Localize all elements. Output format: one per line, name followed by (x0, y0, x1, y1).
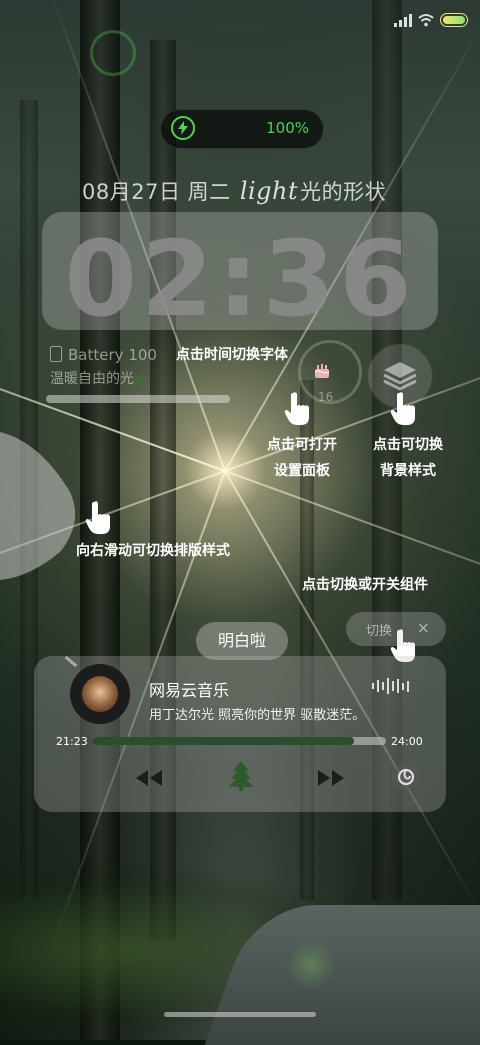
tree-icon: ▲ (134, 371, 145, 387)
hand-pointer-icon (284, 392, 309, 425)
bolt-icon (171, 116, 195, 140)
battery-progress-bar (46, 395, 230, 403)
music-app-name: 网易云音乐 (149, 681, 230, 700)
tree-icon[interactable] (228, 761, 254, 791)
got-it-button[interactable]: 明白啦 (196, 622, 288, 660)
hand-pointer-icon (85, 501, 110, 534)
total-time: 24:00 (391, 735, 423, 748)
phone-icon (50, 346, 62, 362)
battery-label: Battery (68, 346, 124, 364)
battery-icon (440, 13, 468, 27)
hint-background-style: 点击可切换 背景样式 (373, 437, 443, 479)
wifi-icon (418, 14, 434, 27)
previous-track-icon[interactable] (134, 768, 164, 788)
hint-swipe-layout: 向右滑动可切换排版样式 (76, 543, 230, 559)
hand-pointer-icon (390, 392, 415, 425)
elapsed-time: 21:23 (56, 735, 88, 748)
date-line: 08月27日 周二 light光的形状 (82, 176, 386, 206)
motto-text: 温暖自由的光 (50, 371, 134, 387)
status-bar (394, 12, 468, 28)
clock-widget[interactable]: 02:36 (42, 212, 438, 340)
motto-line: 温暖自由的光▲ (50, 368, 145, 388)
home-indicator[interactable] (164, 1012, 316, 1017)
battery-widget-line: Battery 100 (50, 346, 157, 364)
ring-label: 16 (318, 390, 334, 404)
netease-music-icon[interactable] (392, 763, 420, 791)
date-text: 08月27日 周二 (82, 180, 231, 204)
hint-settings-panel: 点击可打开 设置面板 (267, 437, 337, 479)
date-suffix: 光的形状 (300, 180, 387, 204)
next-track-icon[interactable] (316, 768, 346, 788)
album-disc[interactable] (64, 655, 130, 724)
battery-value: 100 (128, 346, 157, 364)
switch-label[interactable]: 切换 (366, 620, 392, 639)
component-switch-pill[interactable]: 切换 × (346, 612, 446, 646)
charging-indicator: 100% (160, 109, 324, 149)
waveform-icon (372, 678, 409, 694)
lyric-text: 用丁达尔光 照亮你的世界 驱散迷茫。 (149, 708, 366, 723)
cake-icon (312, 360, 332, 385)
close-icon[interactable]: × (417, 618, 430, 637)
signal-icon (394, 13, 412, 27)
hint-switch-font: 点击时间切换字体 (176, 347, 288, 363)
hint-toggle-component: 点击切换或开关组件 (302, 577, 428, 593)
playback-progress (92, 737, 354, 745)
date-script-word: light (239, 177, 299, 205)
swipe-handle[interactable] (0, 432, 78, 580)
clock-time[interactable]: 02:36 (42, 218, 438, 340)
charge-percent: 100% (266, 119, 309, 137)
